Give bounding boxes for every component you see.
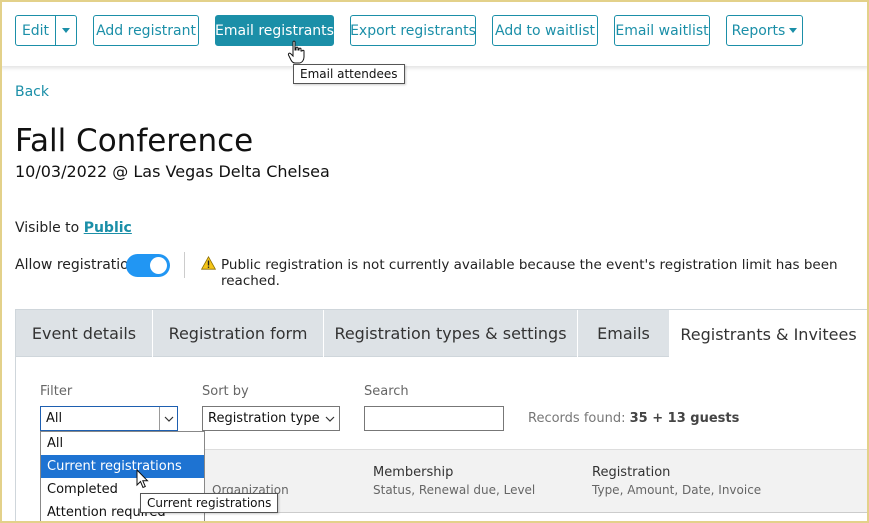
chevron-down-icon	[164, 416, 173, 422]
chevron-down-icon	[62, 28, 70, 33]
email-tooltip: Email attendees	[293, 64, 405, 84]
tab-event-details[interactable]: Event details	[16, 310, 153, 357]
edit-menu-button[interactable]	[55, 15, 77, 46]
chevron-down-icon	[789, 28, 798, 33]
back-link[interactable]: Back	[15, 84, 49, 100]
hand-cursor-icon	[287, 40, 305, 64]
search-label: Search	[364, 384, 409, 399]
tab-bar: Event details Registration form Registra…	[15, 309, 869, 358]
filter-option-current[interactable]: Current registrations	[41, 455, 204, 478]
search-input[interactable]	[364, 406, 504, 431]
event-subtitle: 10/03/2022 @ Las Vegas Delta Chelsea	[15, 162, 330, 181]
sort-select[interactable]: Registration type ↑	[202, 406, 340, 431]
warning-text: Public registration is not currently ava…	[221, 257, 838, 289]
records-label: Records found:	[528, 411, 626, 426]
sort-label: Sort by	[202, 384, 249, 399]
email-registrants-button[interactable]: Email registrants	[215, 15, 334, 46]
column-title[interactable]: Membership	[373, 465, 453, 480]
divider	[184, 252, 185, 278]
filter-select[interactable]: All	[40, 406, 178, 431]
page-title: Fall Conference	[15, 123, 254, 159]
column-subtitle: Type, Amount, Date, Invoice	[592, 483, 762, 497]
reports-label: Reports	[731, 22, 786, 39]
toolbar: Edit Add registrant Email registrants Ex…	[0, 0, 869, 66]
tab-registration-types[interactable]: Registration types & settings	[324, 310, 578, 357]
tab-emails[interactable]: Emails	[578, 310, 670, 357]
sort-chevron	[321, 407, 339, 430]
visibility-link[interactable]: Public	[84, 220, 132, 236]
visible-to-label: Visible to	[15, 220, 80, 236]
allow-registration-label: Allow registration	[15, 257, 138, 273]
toggle-knob	[150, 257, 167, 274]
add-registrant-button[interactable]: Add registrant	[93, 15, 199, 46]
records-count: 35 + 13 guests	[629, 411, 740, 426]
filter-label: Filter	[40, 384, 73, 399]
email-waitlist-button[interactable]: Email waitlist	[614, 15, 710, 46]
edit-button[interactable]: Edit	[15, 15, 56, 46]
tab-registrants-invitees[interactable]: Registrants & Invitees	[670, 310, 868, 358]
records-found: Records found: 35 + 13 guests	[528, 411, 739, 426]
column-title[interactable]: Registration	[592, 465, 670, 480]
arrow-cursor-icon	[136, 469, 149, 489]
filter-chevron	[159, 407, 177, 430]
warning-icon	[201, 256, 216, 270]
column-subtitle: Status, Renewal due, Level	[373, 483, 536, 497]
export-registrants-button[interactable]: Export registrants	[350, 15, 476, 46]
add-to-waitlist-button[interactable]: Add to waitlist	[492, 15, 598, 46]
allow-registration-toggle[interactable]	[126, 254, 170, 277]
filter-option-tooltip: Current registrations	[140, 493, 279, 513]
filter-option-all[interactable]: All	[41, 432, 204, 455]
reports-button[interactable]: Reports	[726, 15, 803, 46]
tab-registration-form[interactable]: Registration form	[153, 310, 324, 357]
sort-value: Registration type ↑	[208, 411, 319, 426]
chevron-down-icon	[325, 416, 335, 422]
filter-value: All	[46, 411, 63, 426]
visibility-row: Visible to Public	[15, 220, 132, 236]
